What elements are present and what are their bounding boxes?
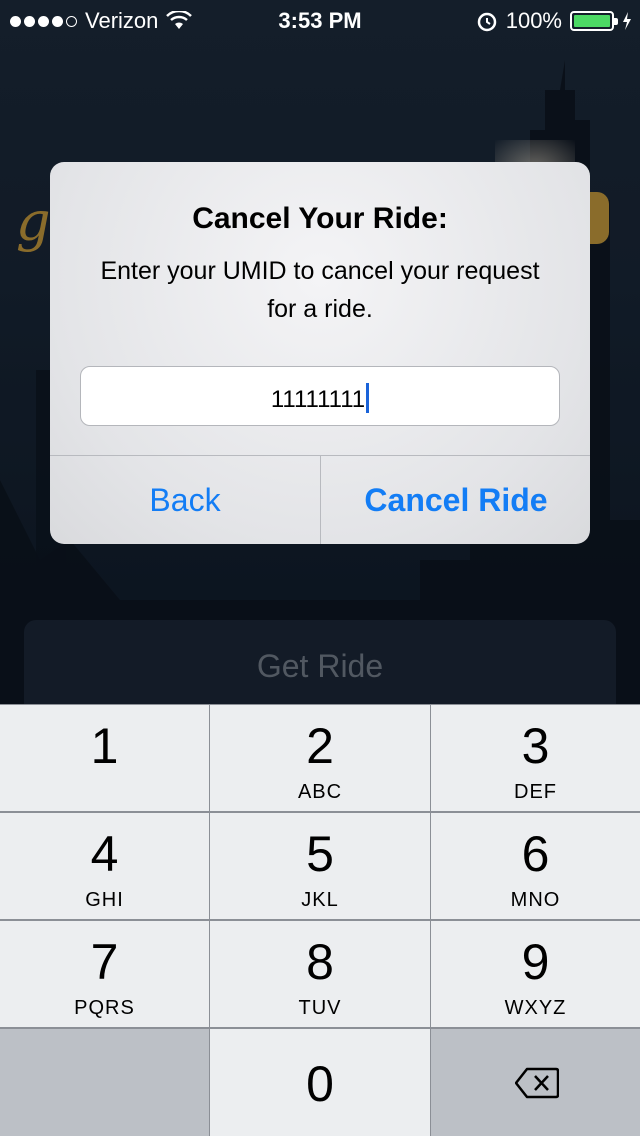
key-blank [0,1029,209,1136]
backspace-key[interactable] [431,1029,640,1136]
cancel-ride-button[interactable]: Cancel Ride [321,456,590,544]
key-1[interactable]: 1 [0,705,209,811]
key-digit: 4 [90,826,119,882]
key-digit: 7 [90,934,119,990]
key-6[interactable]: 6 MNO [431,813,640,919]
alert-title: Cancel Your Ride: [192,202,448,235]
key-letters: WXYZ [504,997,567,1019]
battery-level [574,15,610,27]
backspace-icon [515,1067,559,1099]
key-letters: JKL [301,889,339,911]
key-digit: 9 [521,934,550,990]
key-digit: 2 [306,718,334,774]
numeric-keypad: 1 2 ABC 3 DEF 4 GHI 5 JKL 6 MNO 7 PQRS 8… [0,704,640,1136]
key-8[interactable]: 8 TUV [210,921,430,1027]
back-button[interactable]: Back [50,456,320,544]
umid-input[interactable]: 11111111 [80,366,560,426]
status-bar: Verizon 3:53 PM 100% [0,0,640,40]
key-digit: 5 [306,826,334,882]
key-2[interactable]: 2 ABC [210,705,430,811]
alert-message: Enter your UMID to cancel your request f… [100,257,540,323]
key-letters: PQRS [74,997,135,1019]
key-letters: DEF [514,781,557,803]
key-digit: 6 [521,826,550,882]
key-digit: 3 [521,718,550,774]
key-5[interactable]: 5 JKL [210,813,430,919]
umid-input-value: 11111111 [270,386,366,413]
status-right: 100% [476,8,632,34]
charging-icon [623,12,631,30]
alarm-icon [477,12,496,32]
key-digit: 0 [306,1056,334,1112]
text-caret [366,383,370,413]
key-letters: GHI [85,889,124,911]
battery-percent: 100% [505,8,562,33]
key-9[interactable]: 9 WXYZ [431,921,640,1027]
key-0[interactable]: 0 [210,1029,430,1136]
key-3[interactable]: 3 DEF [431,705,640,811]
key-letters: TUV [298,997,342,1019]
cancel-ride-alert: Cancel Your Ride: Enter your UMID to can… [50,162,590,544]
key-letters: MNO [510,889,561,911]
key-7[interactable]: 7 PQRS [0,921,209,1027]
key-letters: ABC [297,781,343,803]
battery-icon [570,11,618,31]
key-digit: 1 [90,718,119,774]
key-digit: 8 [306,934,334,990]
battery-tip [614,18,618,25]
key-4[interactable]: 4 GHI [0,813,209,919]
